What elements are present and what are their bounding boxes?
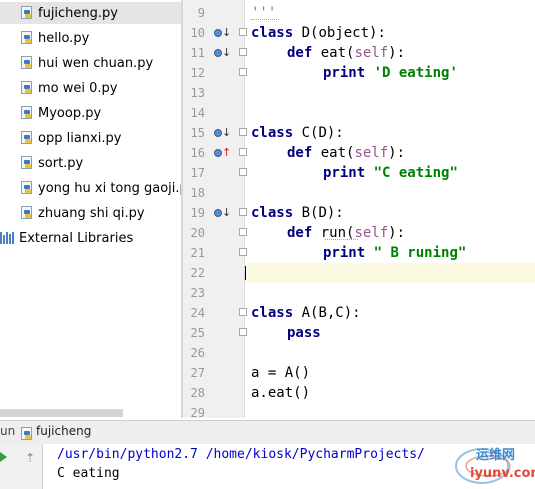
current-line-highlight (245, 263, 535, 283)
file-label: hui wen chuan.py (38, 55, 154, 71)
line-number: 23 (190, 286, 205, 300)
file-label: yong hu xi tong gaoji.py (38, 180, 181, 196)
fold-icon[interactable] (239, 248, 247, 256)
overridden-method-icon[interactable]: ↓ (213, 207, 231, 221)
python-file-icon (20, 56, 34, 70)
python-file-icon (20, 206, 34, 220)
weak-warning-underline (251, 17, 279, 20)
line-number: 13 (190, 86, 205, 100)
console-output-line: C eating (57, 466, 120, 481)
fold-icon[interactable] (239, 48, 247, 56)
file-item-opp-lianxi[interactable]: opp lianxi.py (0, 127, 121, 149)
file-item-sort[interactable]: sort.py (0, 152, 83, 174)
file-label: sort.py (38, 155, 84, 171)
fold-icon[interactable] (239, 228, 247, 236)
scroll-up-icon[interactable]: ⇡ (25, 451, 35, 465)
code-line-10: class D(object): (251, 25, 386, 41)
code-line-24: class A(B,C): (251, 305, 361, 321)
line-number: 21 (190, 246, 205, 260)
fold-icon[interactable] (239, 68, 247, 76)
line-number: 14 (190, 106, 205, 120)
overriding-method-icon[interactable]: ↑ (213, 147, 231, 161)
line-number: 9 (197, 6, 205, 20)
python-file-icon (20, 156, 34, 170)
file-item-hello[interactable]: hello.py (0, 27, 89, 49)
code-line-16: def eat(self): (287, 145, 406, 161)
line-number: 16 (190, 146, 205, 160)
fold-icon[interactable] (239, 168, 247, 176)
run-tool-label[interactable]: un (0, 424, 15, 438)
file-item-hui-wen-chuan[interactable]: hui wen chuan.py (0, 52, 153, 74)
run-toolbar (0, 444, 43, 489)
python-file-icon (20, 106, 34, 120)
fold-icon[interactable] (239, 208, 247, 216)
line-number: 10 (190, 26, 205, 40)
code-line-20: def run(self): (287, 225, 406, 241)
external-libraries[interactable]: External Libraries (0, 227, 133, 249)
line-number: 19 (190, 206, 205, 220)
line-number: 17 (190, 166, 205, 180)
rerun-icon[interactable] (0, 452, 7, 462)
project-tree: fujicheng.py hello.py hui wen chuan.py m… (0, 0, 181, 418)
file-item-yong-hu-xi-tong-gaoji[interactable]: yong hu xi tong gaoji.py (0, 177, 181, 199)
fold-icon[interactable] (239, 328, 247, 336)
line-number: 22 (190, 266, 205, 280)
line-number: 24 (190, 306, 205, 320)
code-line-15: class C(D): (251, 125, 344, 141)
python-file-icon (20, 131, 34, 145)
fold-icon[interactable] (239, 128, 247, 136)
console-command-line: /usr/bin/python2.7 /home/kiosk/PycharmPr… (57, 447, 425, 462)
code-line-9: ''' (251, 5, 277, 21)
file-item-zhuang-shi-qi[interactable]: zhuang shi qi.py (0, 202, 145, 224)
code-line-21: print " B runing" (323, 245, 467, 261)
code-line-11: def eat(self): (287, 45, 406, 61)
file-label: fujicheng.py (38, 5, 118, 21)
fold-icon[interactable] (239, 28, 247, 36)
file-label: mo wei 0.py (38, 80, 118, 96)
code-line-28: a.eat() (251, 385, 311, 401)
line-number: 26 (190, 346, 205, 360)
code-line-17: print "C eating" (323, 165, 458, 181)
line-number: 27 (190, 366, 205, 380)
line-number: 25 (190, 326, 205, 340)
line-number: 18 (190, 186, 205, 200)
python-file-icon (20, 181, 34, 195)
watermark-text-cn: 运维网 (476, 448, 516, 463)
python-file-icon (20, 81, 34, 95)
external-libraries-label: External Libraries (19, 230, 134, 246)
horizontal-scrollbar[interactable] (0, 409, 123, 417)
line-number: 28 (190, 386, 205, 400)
text-caret (245, 266, 246, 280)
overridden-method-icon[interactable]: ↓ (213, 27, 231, 41)
watermark-text-url: iyunv.com (470, 466, 535, 481)
libraries-icon (0, 232, 16, 244)
line-number: 20 (190, 226, 205, 240)
code-line-12: print 'D eating' (323, 65, 458, 81)
python-run-config-icon (20, 427, 32, 440)
file-label: Myoop.py (38, 105, 102, 121)
line-number: 11 (190, 46, 205, 60)
fold-icon[interactable] (239, 308, 247, 316)
fold-icon[interactable] (239, 148, 247, 156)
file-item-fujicheng[interactable]: fujicheng.py (0, 2, 181, 24)
run-config-title[interactable]: fujicheng (36, 424, 91, 438)
code-line-27: a = A() (251, 365, 311, 381)
line-number: 12 (190, 66, 205, 80)
file-label: hello.py (38, 30, 90, 46)
overridden-method-icon[interactable]: ↓ (213, 127, 231, 141)
overridden-method-icon[interactable]: ↓ (213, 47, 231, 61)
file-label: zhuang shi qi.py (38, 205, 145, 221)
python-file-icon (20, 31, 34, 45)
python-file-icon (20, 6, 34, 20)
line-number: 15 (190, 126, 205, 140)
file-label: opp lianxi.py (38, 130, 122, 146)
weak-warning-underline (325, 237, 358, 240)
file-item-myoop[interactable]: Myoop.py (0, 102, 101, 124)
file-item-mo-wei[interactable]: mo wei 0.py (0, 77, 117, 99)
code-line-25: pass (287, 325, 321, 341)
code-line-19: class B(D): (251, 205, 344, 221)
